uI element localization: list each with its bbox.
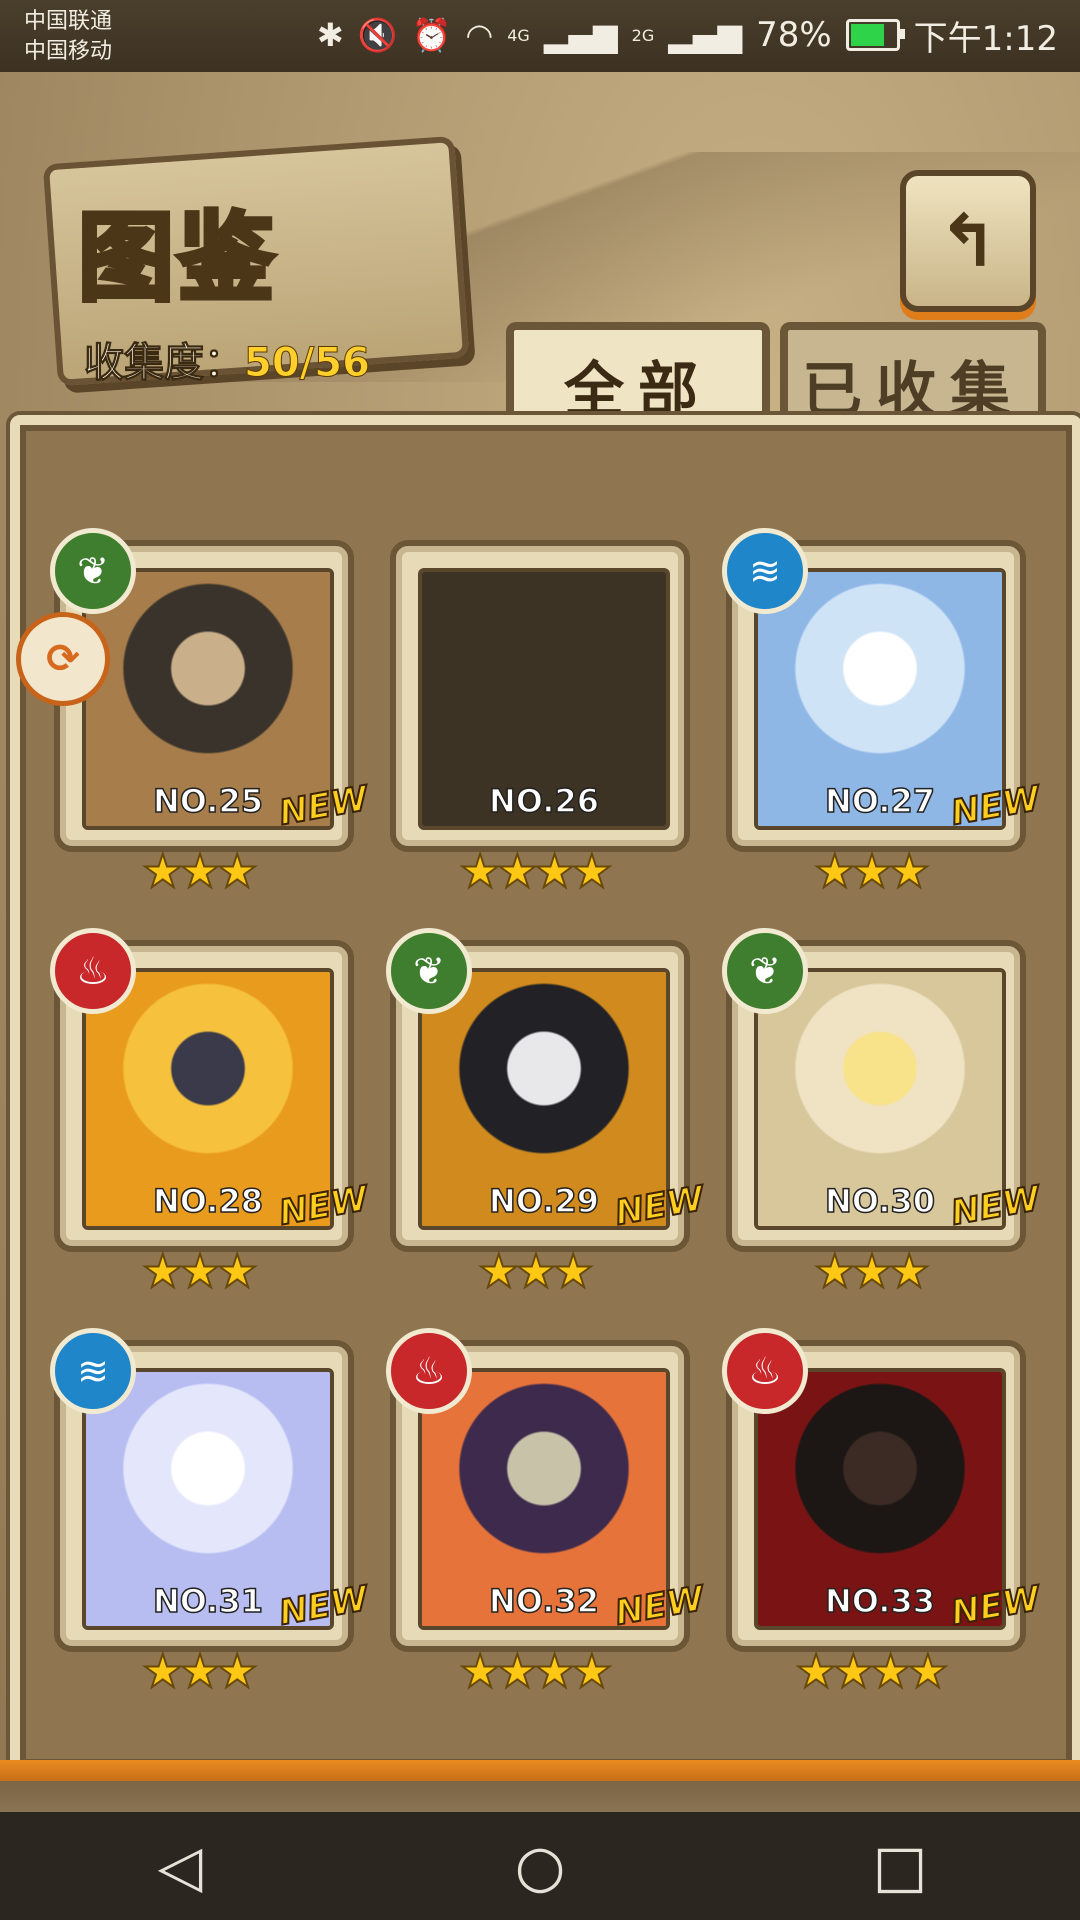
signal-2-icon: ▂▄▆ [668,16,743,54]
battery-icon [845,19,905,51]
locked-silhouette: NO.26 [418,568,670,830]
card-frame: NO.26 [390,540,690,852]
character-card[interactable]: NO.25 ❦ NEW ★★★ [50,528,372,899]
nav-recents-button[interactable]: □ [840,1832,960,1900]
mute-icon: 🔇 [357,16,398,54]
clock: 下午1:12 [913,18,1058,59]
star-rating: ★★★ [141,1243,259,1299]
water-element-icon: ≋ [50,1328,136,1414]
star-rating: ★★★ [813,1243,931,1299]
character-card[interactable]: NO.29 ❦ NEW ★★★ [386,928,708,1299]
bluetooth-icon: ✱ [316,16,344,54]
collection-value: 50/56 [244,340,371,387]
navigation-bar: ◁ ○ □ [0,1812,1080,1920]
star-rating: ★★★ [813,843,931,899]
signal-1-icon: ▂▄▆ [543,16,618,54]
character-card[interactable]: NO.26 ★★★★ [390,540,690,899]
return-button[interactable]: ↰ [900,170,1036,312]
page-title: 图鉴 [76,199,278,317]
character-card[interactable]: NO.33 ♨ NEW ★★★★ [722,1328,1044,1699]
card-number: NO.26 [488,781,599,821]
nav-back-button[interactable]: ◁ [120,1832,240,1900]
wifi-icon: ◠ [465,16,494,54]
leaf-element-icon: ❦ [386,928,472,1014]
leaf-element-icon: ❦ [50,528,136,614]
fire-element-icon: ♨ [386,1328,472,1414]
status-bar: 中国联通 中国移动 ✱ 🔇 ⏰ ◠ 4G ▂▄▆ 2G ▂▄▆ 78% 下午1:… [0,0,1080,72]
carrier-1: 中国联通 [24,9,113,34]
character-card[interactable]: NO.30 ❦ NEW ★★★ [722,928,1044,1299]
swipe-arrow-icon[interactable]: ⟳ [16,612,110,706]
star-rating: ★★★ [477,1243,595,1299]
alarm-icon: ⏰ [411,16,452,54]
return-arrow-icon: ↰ [937,199,999,283]
collection-progress: 收集度：50/56 [84,330,371,388]
panel-bottom-border [0,1760,1080,1812]
character-card[interactable]: NO.32 ♨ NEW ★★★★ [386,1328,708,1699]
star-rating: ★★★★ [459,843,614,899]
star-rating: ★★★★ [459,1643,614,1699]
star-rating: ★★★ [141,1643,259,1699]
nav-home-button[interactable]: ○ [480,1832,600,1900]
character-card[interactable]: NO.28 ♨ NEW ★★★ [50,928,372,1299]
leaf-element-icon: ❦ [722,928,808,1014]
battery-fill [850,24,884,46]
collection-label: 收集度： [84,340,245,387]
signal-2-label: 2G [631,25,655,45]
star-rating: ★★★ [141,843,259,899]
fire-element-icon: ♨ [722,1328,808,1414]
water-element-icon: ≋ [722,528,808,614]
battery-percent: 78% [756,15,832,55]
fire-element-icon: ♨ [50,928,136,1014]
character-card[interactable]: NO.27 ≋ NEW ★★★ [722,528,1044,899]
signal-1-label: 4G [507,25,530,45]
carrier-2: 中国移动 [24,39,113,64]
star-rating: ★★★★ [795,1643,950,1699]
character-card[interactable]: NO.31 ≋ NEW ★★★ [50,1328,372,1699]
